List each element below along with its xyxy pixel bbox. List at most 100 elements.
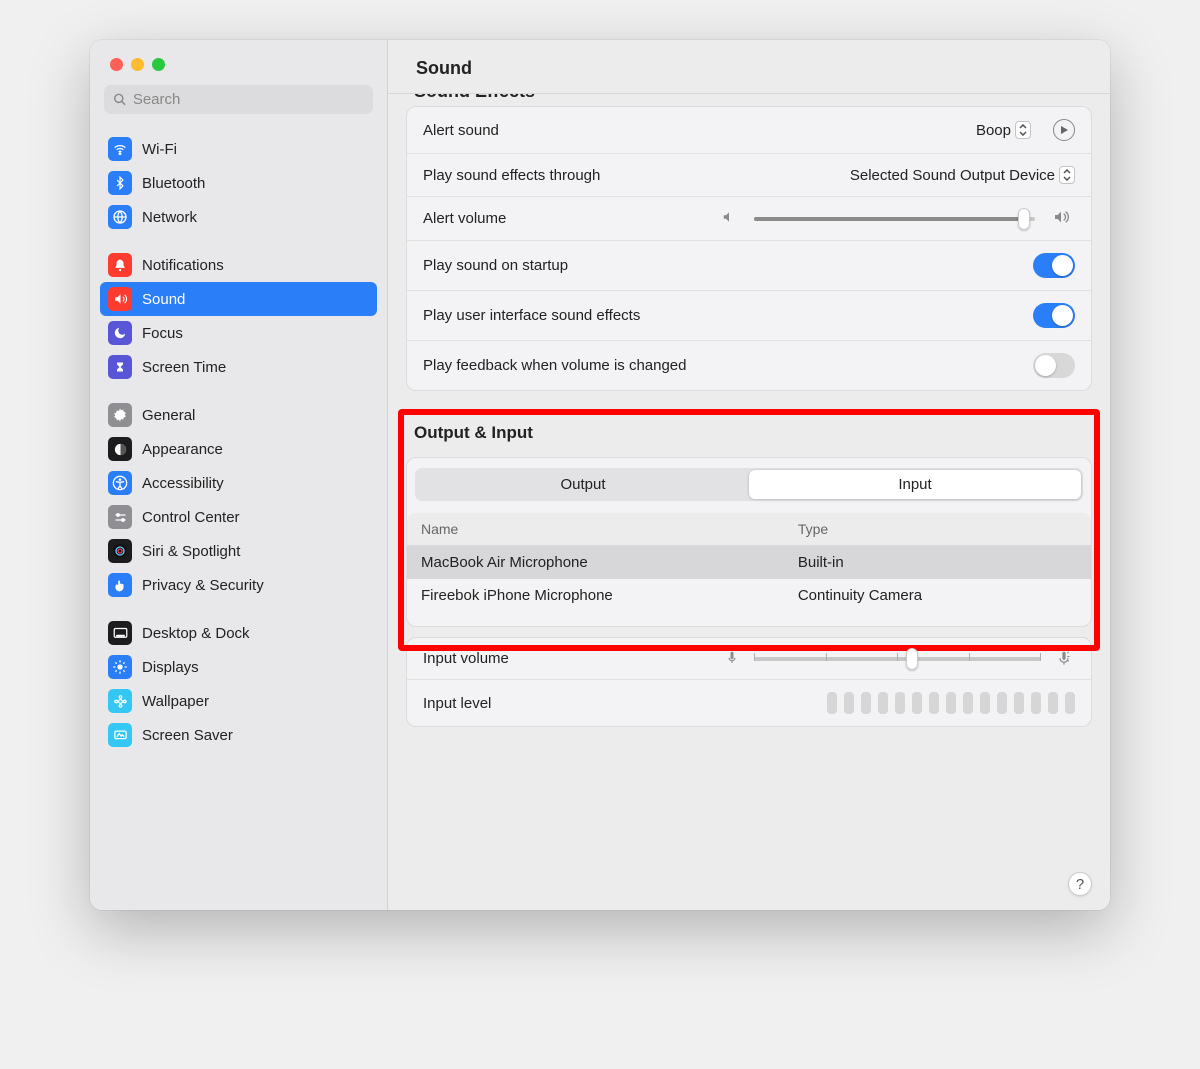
device-name: MacBook Air Microphone <box>421 554 798 571</box>
sidebar-item-label: Focus <box>142 325 183 342</box>
output-input-tabs: Output Input <box>415 468 1083 501</box>
sidebar-item-accessibility[interactable]: Accessibility <box>100 466 377 500</box>
hourglass-icon <box>108 355 132 379</box>
content-scroll[interactable]: Sound Effects Alert sound Boop Pl <box>388 94 1110 910</box>
search-icon <box>113 92 127 107</box>
level-segment <box>997 692 1007 714</box>
sidebar-item-general[interactable]: General <box>100 398 377 432</box>
hand-icon <box>108 573 132 597</box>
sidebar-item-displays[interactable]: Displays <box>100 650 377 684</box>
play-icon <box>1060 125 1069 135</box>
play-through-popup[interactable]: Selected Sound Output Device <box>850 166 1075 184</box>
input-controls-card: Input volume Input level <box>406 637 1092 727</box>
device-type: Continuity Camera <box>798 587 1077 604</box>
close-button[interactable] <box>110 58 123 71</box>
input-level-meter <box>827 692 1075 714</box>
sidebar-item-desktop-dock[interactable]: Desktop & Dock <box>100 616 377 650</box>
row-play-through: Play sound effects through Selected Soun… <box>407 154 1091 197</box>
startup-sound-switch[interactable] <box>1033 253 1075 278</box>
level-segment <box>912 692 922 714</box>
sidebar-item-label: Control Center <box>142 509 240 526</box>
row-input-level: Input level <box>407 680 1091 726</box>
sidebar-item-screen-saver[interactable]: Screen Saver <box>100 718 377 752</box>
level-segment <box>980 692 990 714</box>
sidebar-item-wallpaper[interactable]: Wallpaper <box>100 684 377 718</box>
sidebar-item-label: General <box>142 407 195 424</box>
sidebar-item-sound[interactable]: Sound <box>100 282 377 316</box>
sidebar-item-privacy-security[interactable]: Privacy & Security <box>100 568 377 602</box>
sidebar-item-label: Wallpaper <box>142 693 209 710</box>
sidebar-nav: Wi-Fi Bluetooth Network Notifications Sound F… <box>90 126 387 910</box>
column-type: Type <box>798 521 1077 537</box>
play-through-label: Play sound effects through <box>423 167 838 184</box>
sidebar-item-label: Privacy & Security <box>142 577 264 594</box>
sidebar-item-network[interactable]: Network <box>100 200 377 234</box>
ui-sounds-switch[interactable] <box>1033 303 1075 328</box>
row-startup-sound: Play sound on startup <box>407 241 1091 291</box>
control-icon <box>108 505 132 529</box>
wifi-icon <box>108 137 132 161</box>
level-segment <box>963 692 973 714</box>
moon-icon <box>108 321 132 345</box>
sidebar-item-label: Screen Saver <box>142 727 233 744</box>
dock-icon <box>108 621 132 645</box>
input-volume-label: Input volume <box>423 650 710 667</box>
search-field[interactable] <box>104 85 373 114</box>
wallpaper-icon <box>108 689 132 713</box>
alert-sound-value: Boop <box>976 122 1011 139</box>
table-row[interactable]: MacBook Air MicrophoneBuilt-in <box>407 546 1091 579</box>
input-volume-slider[interactable] <box>754 657 1041 661</box>
sidebar-item-appearance[interactable]: Appearance <box>100 432 377 466</box>
output-input-title: Output & Input <box>406 417 1092 453</box>
tab-output[interactable]: Output <box>417 470 749 499</box>
sidebar-item-label: Notifications <box>142 257 224 274</box>
alert-volume-slider[interactable] <box>754 217 1035 221</box>
sidebar-item-wi-fi[interactable]: Wi-Fi <box>100 132 377 166</box>
play-alert-button[interactable] <box>1053 119 1075 141</box>
sidebar-item-label: Accessibility <box>142 475 224 492</box>
input-devices-table: Name Type MacBook Air MicrophoneBuilt-in… <box>407 513 1091 612</box>
accessibility-icon <box>108 471 132 495</box>
sidebar-item-siri-spotlight[interactable]: Siri & Spotlight <box>100 534 377 568</box>
speaker-high-icon <box>1047 209 1075 228</box>
level-segment <box>1031 692 1041 714</box>
level-segment <box>1048 692 1058 714</box>
sidebar-item-label: Bluetooth <box>142 175 205 192</box>
row-alert-sound: Alert sound Boop <box>407 107 1091 154</box>
mic-high-icon <box>1053 651 1075 667</box>
device-name: Fireebok iPhone Microphone <box>421 587 798 604</box>
tab-input[interactable]: Input <box>749 470 1081 499</box>
sidebar-item-focus[interactable]: Focus <box>100 316 377 350</box>
feedback-label: Play feedback when volume is changed <box>423 357 1021 374</box>
device-type: Built-in <box>798 554 1077 571</box>
row-feedback: Play feedback when volume is changed <box>407 341 1091 390</box>
window-controls <box>90 40 387 85</box>
sidebar-item-notifications[interactable]: Notifications <box>100 248 377 282</box>
mic-low-icon <box>722 651 742 666</box>
row-ui-sounds: Play user interface sound effects <box>407 291 1091 341</box>
speaker-low-icon <box>716 210 742 227</box>
chevron-updown-icon <box>1059 166 1075 184</box>
help-button[interactable]: ? <box>1068 872 1092 896</box>
maximize-button[interactable] <box>152 58 165 71</box>
feedback-switch[interactable] <box>1033 353 1075 378</box>
sun-icon <box>108 655 132 679</box>
level-segment <box>1014 692 1024 714</box>
play-through-value: Selected Sound Output Device <box>850 167 1055 184</box>
level-segment <box>1065 692 1075 714</box>
level-segment <box>861 692 871 714</box>
search-input[interactable] <box>133 91 364 108</box>
sidebar-item-label: Displays <box>142 659 199 676</box>
minimize-button[interactable] <box>131 58 144 71</box>
bell-icon <box>108 253 132 277</box>
sidebar-item-bluetooth[interactable]: Bluetooth <box>100 166 377 200</box>
sidebar-item-screen-time[interactable]: Screen Time <box>100 350 377 384</box>
sidebar-item-label: Siri & Spotlight <box>142 543 240 560</box>
ui-sounds-label: Play user interface sound effects <box>423 307 1021 324</box>
table-row[interactable]: Fireebok iPhone MicrophoneContinuity Cam… <box>407 579 1091 612</box>
alert-sound-popup[interactable]: Boop <box>976 121 1031 139</box>
speaker-icon <box>108 287 132 311</box>
sidebar-item-control-center[interactable]: Control Center <box>100 500 377 534</box>
appearance-icon <box>108 437 132 461</box>
sidebar-item-label: Appearance <box>142 441 223 458</box>
